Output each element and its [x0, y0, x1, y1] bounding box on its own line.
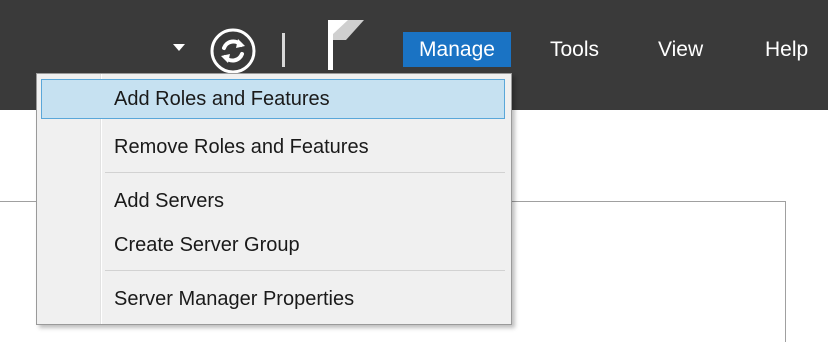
menu-separator	[105, 172, 505, 173]
menu-view[interactable]: View	[658, 32, 703, 67]
chevron-down-icon[interactable]	[173, 44, 185, 51]
menu-item-create-server-group[interactable]: Create Server Group	[41, 225, 505, 265]
menu-help[interactable]: Help	[765, 32, 808, 67]
menu-item-add-roles-and-features[interactable]: Add Roles and Features	[41, 79, 505, 119]
menu-item-add-servers[interactable]: Add Servers	[41, 181, 505, 221]
menu-manage[interactable]: Manage	[403, 32, 511, 67]
menu-item-remove-roles-and-features[interactable]: Remove Roles and Features	[41, 127, 505, 167]
menu-item-server-manager-properties[interactable]: Server Manager Properties	[41, 279, 505, 319]
refresh-icon[interactable]	[208, 26, 258, 76]
toolbar-divider	[282, 33, 285, 67]
menu-separator	[105, 270, 505, 271]
menu-tools[interactable]: Tools	[550, 32, 599, 67]
manage-dropdown-menu: Add Roles and Features Remove Roles and …	[36, 73, 512, 325]
flag-icon[interactable]	[326, 20, 366, 70]
